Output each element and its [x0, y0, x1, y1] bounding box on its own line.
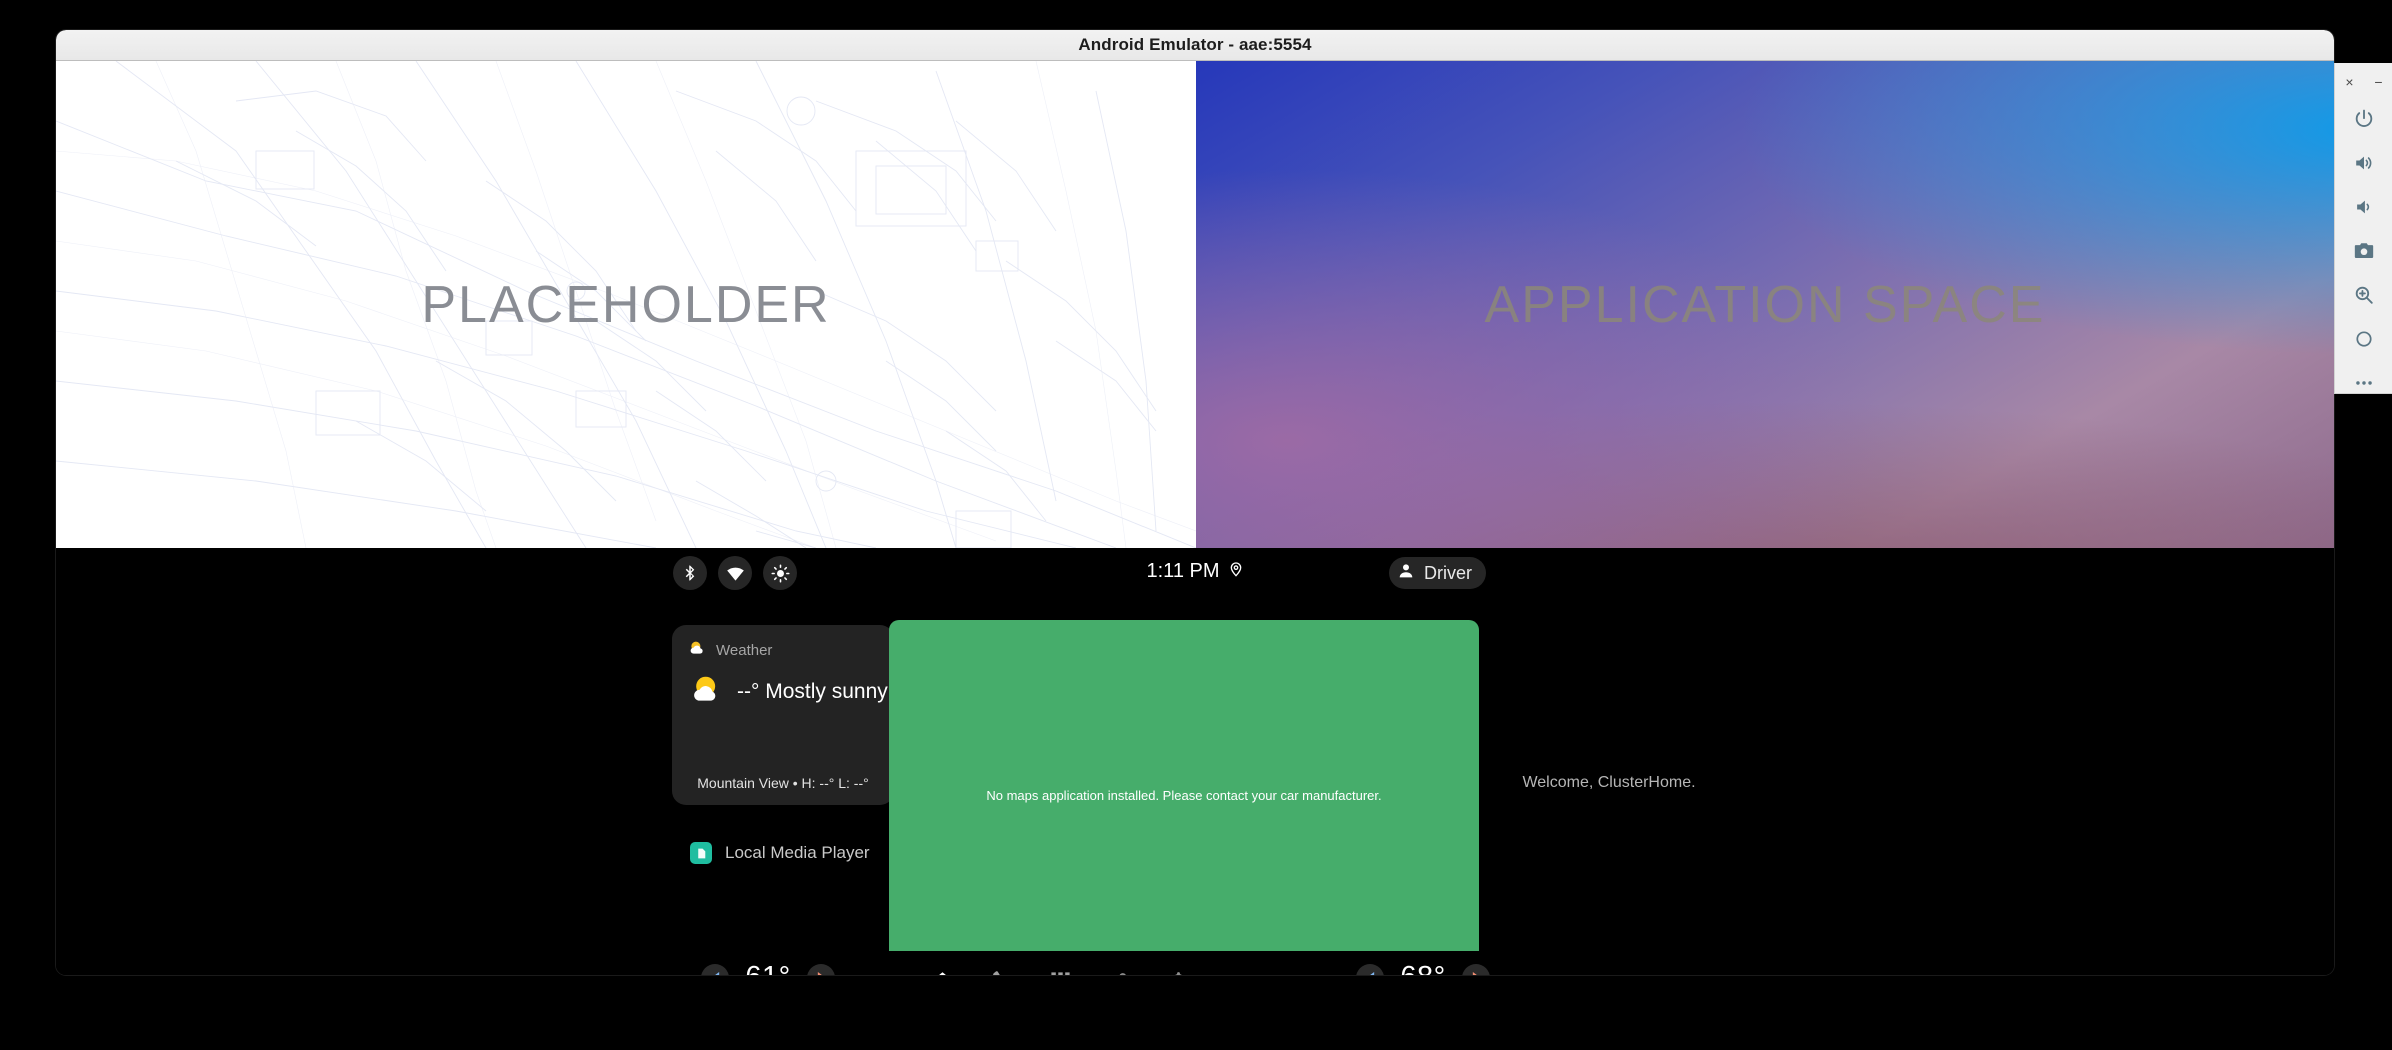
weather-card-title: Weather: [716, 642, 773, 659]
minimize-icon[interactable]: −: [2370, 73, 2388, 91]
window-title: Android Emulator - aae:5554: [1078, 35, 1312, 54]
window-title-bar[interactable]: Android Emulator - aae:5554: [56, 30, 2334, 61]
phone-icon[interactable]: [984, 964, 1018, 975]
passenger-temp-decrease-button[interactable]: [1356, 963, 1384, 975]
cluster-welcome-text: Welcome, ClusterHome.: [1522, 774, 1696, 791]
emulator-side-toolbar: × −: [2334, 63, 2392, 394]
home-circle-icon[interactable]: [2335, 317, 2392, 361]
passenger-temp-increase-button[interactable]: [1462, 963, 1490, 975]
placeholder-panel[interactable]: PLACEHOLDER: [56, 61, 1196, 548]
more-options-icon[interactable]: [2335, 361, 2392, 405]
weather-condition: --° Mostly sunny: [737, 680, 888, 703]
driver-temp-increase-button[interactable]: [807, 963, 835, 975]
mostly-sunny-icon: [690, 673, 723, 711]
grid-apps-icon[interactable]: [1043, 964, 1077, 975]
weather-card-header: Weather: [688, 639, 772, 662]
bell-icon[interactable]: [1161, 964, 1195, 975]
status-bar: 1:11 PM Driver: [56, 548, 2334, 597]
volume-down-icon[interactable]: [2335, 185, 2392, 229]
local-media-player-label: Local Media Player: [725, 843, 870, 862]
navigation-bar: 61°: [56, 951, 2334, 975]
user-switcher-driver[interactable]: Driver: [1389, 557, 1486, 589]
driver-temp-decrease-button[interactable]: [701, 963, 729, 975]
media-app-icon: [690, 842, 712, 864]
local-media-player-item[interactable]: Local Media Player: [690, 842, 870, 864]
fan-icon[interactable]: [1102, 964, 1136, 975]
power-icon[interactable]: [2335, 97, 2392, 141]
toolbar-window-buttons: × −: [2335, 63, 2392, 97]
person-icon: [1397, 562, 1415, 585]
nav-bar-buttons: [925, 964, 1195, 975]
screenshot-camera-icon[interactable]: [2335, 229, 2392, 273]
maps-no-app-message: No maps application installed. Please co…: [986, 788, 1382, 803]
volume-up-icon[interactable]: [2335, 141, 2392, 185]
screen-root: Android Emulator - aae:5554 PLACEHOLDER …: [0, 0, 2392, 1050]
weather-card[interactable]: Weather --° Mostly sunny Mountain View •…: [672, 625, 894, 805]
emulator-window: Android Emulator - aae:5554 PLACEHOLDER …: [56, 30, 2334, 975]
status-bar-clock-group: 1:11 PM: [56, 560, 2334, 583]
application-space-label: APPLICATION SPACE: [1484, 275, 2046, 334]
passenger-temperature-control: 68°: [1356, 961, 1490, 975]
top-panels: PLACEHOLDER APPLICATION SPACE: [56, 61, 2334, 548]
passenger-temp-value: 68°: [1395, 961, 1451, 975]
home-content-area: Weather --° Mostly sunny Mountain View •…: [56, 597, 2334, 975]
weather-location-highlow: Mountain View • H: --° L: --°: [697, 775, 869, 791]
weather-small-icon: [688, 639, 706, 662]
android-screen: PLACEHOLDER APPLICATION SPACE 1:11 PM Dr…: [56, 61, 2334, 975]
home-icon[interactable]: [925, 964, 959, 975]
driver-temp-value: 61°: [740, 961, 796, 975]
driver-label: Driver: [1424, 562, 1472, 583]
application-space-panel[interactable]: APPLICATION SPACE: [1196, 61, 2334, 548]
clock: 1:11 PM: [1146, 560, 1220, 582]
driver-temperature-control: 61°: [701, 961, 835, 975]
close-icon[interactable]: ×: [2341, 73, 2359, 91]
placeholder-label: PLACEHOLDER: [421, 275, 831, 334]
weather-card-main: --° Mostly sunny: [690, 673, 888, 711]
zoom-icon[interactable]: [2335, 273, 2392, 317]
location-pin-icon: [1228, 560, 1244, 583]
maps-card[interactable]: No maps application installed. Please co…: [889, 620, 1479, 975]
